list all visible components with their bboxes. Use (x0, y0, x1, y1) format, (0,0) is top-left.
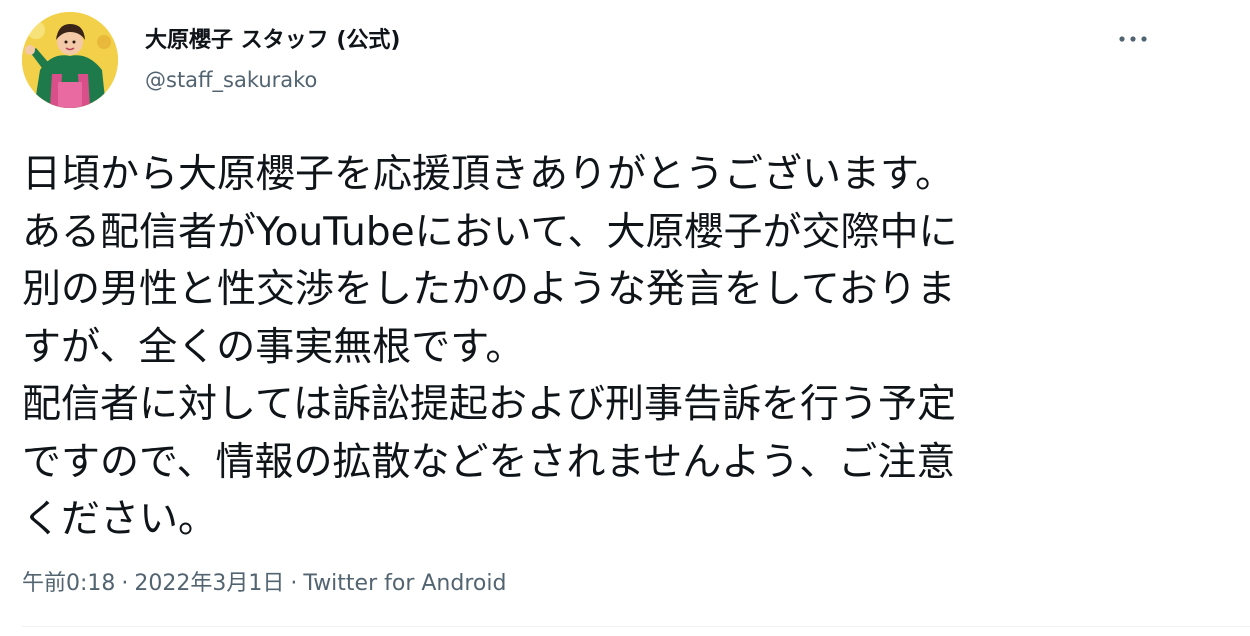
tweet-source-link[interactable]: Twitter for Android (303, 571, 506, 596)
tweet-line: 日頃から大原櫻子を応援頂きありがとうございます。 (22, 152, 955, 197)
divider (22, 626, 1250, 627)
tweet-line: ください。 (22, 497, 218, 542)
tweet-time-link[interactable]: 午前0:18 · 2022年3月1日 (22, 571, 284, 596)
more-horizontal-icon (1119, 36, 1147, 42)
meta-separator: · (290, 571, 298, 596)
tweet-meta: 午前0:18 · 2022年3月1日 · Twitter for Android (22, 568, 506, 600)
tweet-line: 配信者に対しては訴訟提起および刑事告訴を行う予定 (22, 382, 957, 427)
avatar[interactable] (22, 12, 118, 108)
avatar-image (22, 12, 118, 108)
tweet-date: 2022年3月1日 (134, 571, 285, 596)
author-display-name[interactable]: 大原櫻子 スタッフ (公式) (145, 26, 400, 56)
more-options-button[interactable] (1106, 22, 1160, 56)
tweet-text: 日頃から大原櫻子を応援頂きありがとうございます。 ある配信者がYouTubeにお… (22, 146, 1222, 549)
tweet-line: ですので、情報の拡散などをされませんよう、ご注意 (22, 439, 956, 485)
meta-separator: · (121, 571, 129, 596)
tweet-line: ある配信者がYouTubeにおいて、大原櫻子が交際中に (22, 209, 958, 255)
tweet-line: すが、全くの事実無根です。 (22, 324, 525, 370)
tweet-line: 別の男性と性交渉をしたかのような発言をしておりま (22, 267, 956, 312)
author-handle[interactable]: @staff_sakurako (145, 66, 317, 94)
tweet-card: 大原櫻子 スタッフ (公式) @staff_sakurako 日頃から大原櫻子を… (0, 0, 1250, 636)
tweet-time: 午前0:18 (22, 571, 116, 596)
